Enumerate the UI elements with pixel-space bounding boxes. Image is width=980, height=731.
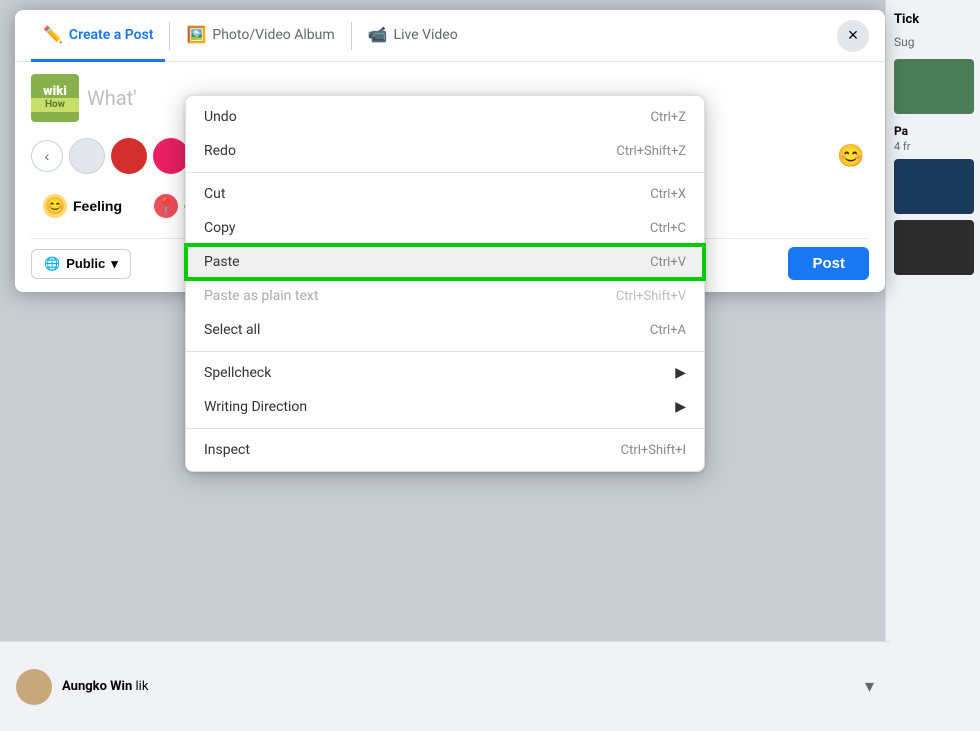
right-sidebar-sub: Sug bbox=[886, 31, 980, 53]
ctx-label-inspect: Inspect bbox=[204, 442, 250, 458]
emoji-button[interactable]: 😊 bbox=[833, 138, 869, 174]
context-menu-separator bbox=[186, 172, 704, 173]
ctx-shortcut-select_all: Ctrl+A bbox=[650, 323, 686, 338]
ctx-label-undo: Undo bbox=[204, 109, 237, 125]
color-prev-button[interactable]: ‹ bbox=[31, 140, 63, 172]
context-menu-item-copy[interactable]: Copy Ctrl+C bbox=[186, 211, 704, 245]
ctx-shortcut-paste_plain: Ctrl+Shift+V bbox=[616, 289, 686, 304]
context-menu-item-undo[interactable]: Undo Ctrl+Z bbox=[186, 100, 704, 134]
ctx-shortcut-paste: Ctrl+V bbox=[650, 255, 686, 270]
pencil-icon: ✏️ bbox=[43, 25, 63, 44]
ctx-label-redo: Redo bbox=[204, 143, 236, 159]
avatar: wiki How bbox=[31, 74, 79, 122]
feeling-button[interactable]: 😊 Feeling bbox=[31, 186, 134, 226]
avatar-wiki-text: wiki bbox=[43, 85, 67, 98]
liker-action: lik bbox=[136, 679, 149, 694]
ctx-shortcut-copy: Ctrl+C bbox=[650, 221, 686, 236]
context-menu-item-inspect[interactable]: Inspect Ctrl+Shift+I bbox=[186, 433, 704, 467]
checkin-icon: 📍 bbox=[154, 194, 178, 218]
right-thumb-3 bbox=[894, 220, 974, 275]
color-swatch-2[interactable] bbox=[111, 138, 147, 174]
context-menu-item-cut[interactable]: Cut Ctrl+X bbox=[186, 177, 704, 211]
ctx-shortcut-redo: Ctrl+Shift+Z bbox=[616, 144, 686, 159]
audience-dropdown-icon: ▾ bbox=[111, 256, 118, 272]
ctx-label-paste: Paste bbox=[204, 254, 240, 270]
context-menu-item-spellcheck[interactable]: Spellcheck▶ bbox=[186, 356, 704, 390]
feeling-icon: 😊 bbox=[43, 194, 67, 218]
ctx-shortcut-cut: Ctrl+X bbox=[650, 187, 686, 202]
context-menu-item-redo[interactable]: Redo Ctrl+Shift+Z bbox=[186, 134, 704, 168]
context-menu-item-writing_dir[interactable]: Writing Direction▶ bbox=[186, 390, 704, 424]
tab-live-video[interactable]: 📹 Live Video bbox=[356, 10, 470, 62]
tab-photo-video[interactable]: 🖼️ Photo/Video Album bbox=[174, 10, 346, 62]
audience-icon: 🌐 bbox=[44, 256, 60, 272]
ctx-label-select_all: Select all bbox=[204, 322, 260, 338]
chevron-down-icon[interactable]: ▾ bbox=[865, 676, 874, 697]
avatar-how-text: How bbox=[31, 98, 79, 112]
context-menu-item-paste_plain: Paste as plain text Ctrl+Shift+V bbox=[186, 279, 704, 313]
ctx-label-cut: Cut bbox=[204, 186, 225, 202]
ctx-label-writing_dir: Writing Direction bbox=[204, 399, 675, 415]
post-button[interactable]: Post bbox=[788, 247, 869, 280]
ctx-label-spellcheck: Spellcheck bbox=[204, 365, 675, 381]
audience-label: Public bbox=[66, 256, 105, 271]
right-sidebar: Tick Sug Pa 4 fr bbox=[885, 0, 980, 731]
right-sidebar-title: Tick bbox=[886, 0, 980, 31]
tab-create-post-label: Create a Post bbox=[69, 27, 154, 43]
context-menu-separator bbox=[186, 428, 704, 429]
right-fr-label: 4 fr bbox=[886, 140, 980, 153]
liker-avatar bbox=[16, 669, 52, 705]
color-swatch-1[interactable] bbox=[69, 138, 105, 174]
tab-photo-label: Photo/Video Album bbox=[212, 27, 334, 43]
ctx-arrow-spellcheck: ▶ bbox=[675, 365, 686, 381]
live-icon: 📹 bbox=[368, 25, 388, 44]
tab-create-post[interactable]: ✏️ Create a Post bbox=[31, 10, 165, 62]
right-pa-label: Pa bbox=[886, 120, 980, 140]
bottom-strip: Aungko Win lik ▾ bbox=[0, 641, 890, 731]
dialog-header: ✏️ Create a Post 🖼️ Photo/Video Album 📹 … bbox=[15, 10, 885, 62]
context-menu-separator bbox=[186, 351, 704, 352]
photo-icon: 🖼️ bbox=[186, 25, 206, 44]
context-menu-item-select_all[interactable]: Select all Ctrl+A bbox=[186, 313, 704, 347]
feeling-label: Feeling bbox=[73, 198, 122, 214]
ctx-label-copy: Copy bbox=[204, 220, 236, 236]
color-swatch-3[interactable] bbox=[153, 138, 189, 174]
ctx-label-paste_plain: Paste as plain text bbox=[204, 288, 318, 304]
liker-text: Aungko Win lik bbox=[62, 679, 148, 694]
context-menu: UndoCtrl+ZRedoCtrl+Shift+ZCutCtrl+XCopyC… bbox=[185, 95, 705, 472]
tab-live-label: Live Video bbox=[394, 27, 458, 43]
context-menu-item-paste[interactable]: Paste Ctrl+V bbox=[186, 245, 704, 279]
header-divider-1 bbox=[169, 22, 170, 50]
ctx-shortcut-inspect: Ctrl+Shift+I bbox=[621, 443, 686, 458]
ctx-arrow-writing_dir: ▶ bbox=[675, 399, 686, 415]
header-divider-2 bbox=[351, 22, 352, 50]
right-thumb-2 bbox=[894, 159, 974, 214]
ctx-shortcut-undo: Ctrl+Z bbox=[651, 110, 686, 125]
audience-button[interactable]: 🌐 Public ▾ bbox=[31, 249, 131, 279]
right-thumb-1 bbox=[894, 59, 974, 114]
close-button[interactable]: × bbox=[837, 20, 869, 52]
liker-name: Aungko Win bbox=[62, 679, 132, 694]
